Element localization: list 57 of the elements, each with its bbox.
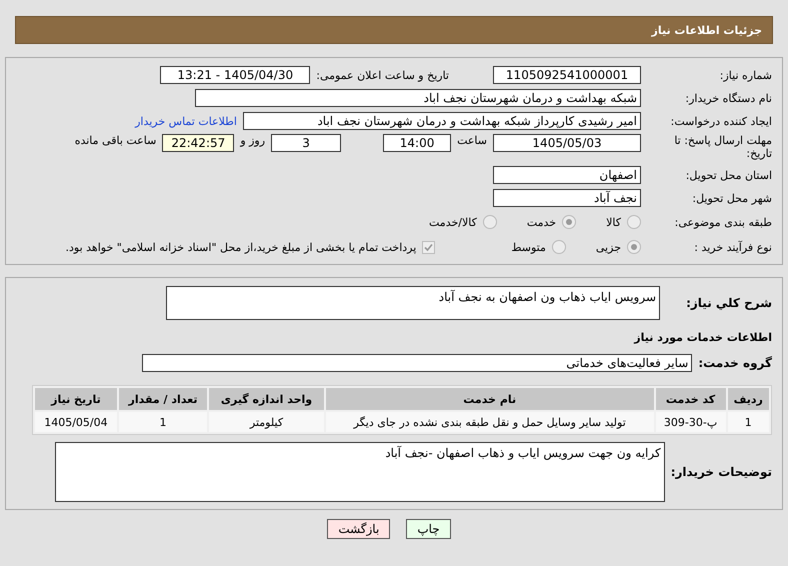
input-field[interactable]: اصفهان bbox=[493, 166, 641, 184]
table-cell: 1 bbox=[118, 412, 208, 432]
table-cell: 1 bbox=[728, 412, 769, 432]
column-header: کد خدمت bbox=[656, 388, 726, 410]
radio-button[interactable] bbox=[482, 215, 497, 229]
notes-textarea[interactable]: کرایه ون جهت سرویس ایاب و ذهاب اصفهان -نجف آباد bbox=[54, 442, 665, 502]
field-label: روز و bbox=[240, 134, 266, 147]
field-label: نوع فرآیند خرید : bbox=[693, 240, 772, 254]
field-label: نام دستگاه خریدار: bbox=[684, 92, 772, 104]
input-field[interactable]: 22:42:57 bbox=[162, 134, 234, 152]
radio-button[interactable] bbox=[562, 215, 576, 229]
checkbox[interactable] bbox=[422, 240, 436, 254]
field-label: توضیحات خریدار: bbox=[670, 465, 772, 479]
checkbox-label: پرداخت تمام یا بخشی از مبلغ خرید،از محل "اسناد خزانه اسلامی" خواهد بود. bbox=[66, 240, 416, 254]
field-label: ایجاد کننده درخواست: bbox=[670, 114, 772, 128]
input-field[interactable]: 14:00 bbox=[383, 134, 452, 152]
option-label: خدمت bbox=[526, 216, 556, 228]
page-title: جزئیات اطلاعات نیاز bbox=[652, 24, 762, 36]
field-label: اطلاعات خدمات مورد نیاز bbox=[634, 330, 772, 344]
field-label: تاریخ و ساعت اعلان عمومی: bbox=[316, 68, 449, 82]
print-button[interactable]: چاپ bbox=[406, 519, 451, 539]
back-button[interactable]: بازگشت bbox=[327, 519, 390, 539]
field-label: ساعت باقی مانده bbox=[74, 134, 156, 147]
field-label: مهلت ارسال پاسخ: تا تاریخ: bbox=[673, 134, 772, 160]
input-field[interactable]: 3 bbox=[271, 134, 342, 152]
field-label: طبقه بندی موضوعی: bbox=[674, 216, 772, 228]
input-field[interactable]: 1405/05/03 bbox=[493, 134, 641, 152]
column-header: تعداد / مقدار bbox=[118, 388, 208, 410]
table-cell: تولید سایر وسایل حمل و نقل طبقه بندی نشده در جای دیگر bbox=[326, 412, 654, 432]
buyer-contact-link[interactable]: اطلاعات تماس خریدار bbox=[135, 114, 237, 128]
column-header: تاریخ نیاز bbox=[35, 388, 117, 410]
option-label: متوسط bbox=[511, 240, 546, 254]
field-label: استان محل تحویل: bbox=[684, 168, 772, 182]
input-field[interactable]: نجف آباد bbox=[493, 189, 641, 207]
option-label: کالا bbox=[606, 216, 621, 228]
summary-textarea[interactable]: سرویس ایاب ذهاب ون اصفهان به نجف آباد bbox=[166, 286, 660, 320]
radio-button[interactable] bbox=[552, 240, 566, 254]
column-header: نام خدمت bbox=[326, 388, 654, 410]
column-header: ردیف bbox=[728, 388, 769, 410]
table-cell: پ-30-309 bbox=[656, 412, 726, 432]
field-label: شماره نیاز: bbox=[718, 68, 772, 82]
field-label: شرح کلي نياز: bbox=[685, 296, 772, 310]
option-label: کالا/خدمت bbox=[429, 216, 477, 228]
input-field[interactable]: شبکه بهداشت و درمان شهرستان نجف اباد bbox=[195, 89, 641, 107]
option-label: جزیی bbox=[596, 240, 621, 254]
input-field[interactable]: 1405/04/30 - 13:21 bbox=[160, 66, 310, 84]
input-field[interactable]: امیر رشیدی کارپرداز شبکه بهداشت و درمان شهرستان نجف اباد bbox=[243, 112, 641, 130]
field-label: ساعت bbox=[457, 134, 487, 147]
radio-button[interactable] bbox=[627, 215, 641, 229]
field-label: شهر محل تحویل: bbox=[691, 192, 772, 204]
field-label: گروه خدمت: bbox=[698, 356, 772, 370]
input-field[interactable]: 1105092541000001 bbox=[493, 66, 641, 84]
radio-button[interactable] bbox=[627, 240, 641, 254]
input-field[interactable]: سایر فعالیت‌های خدماتی bbox=[142, 354, 692, 372]
table-cell: کیلومتر bbox=[209, 412, 324, 432]
table-cell: 1405/05/04 bbox=[35, 412, 117, 432]
column-header: واحد اندازه گیری bbox=[209, 388, 324, 410]
